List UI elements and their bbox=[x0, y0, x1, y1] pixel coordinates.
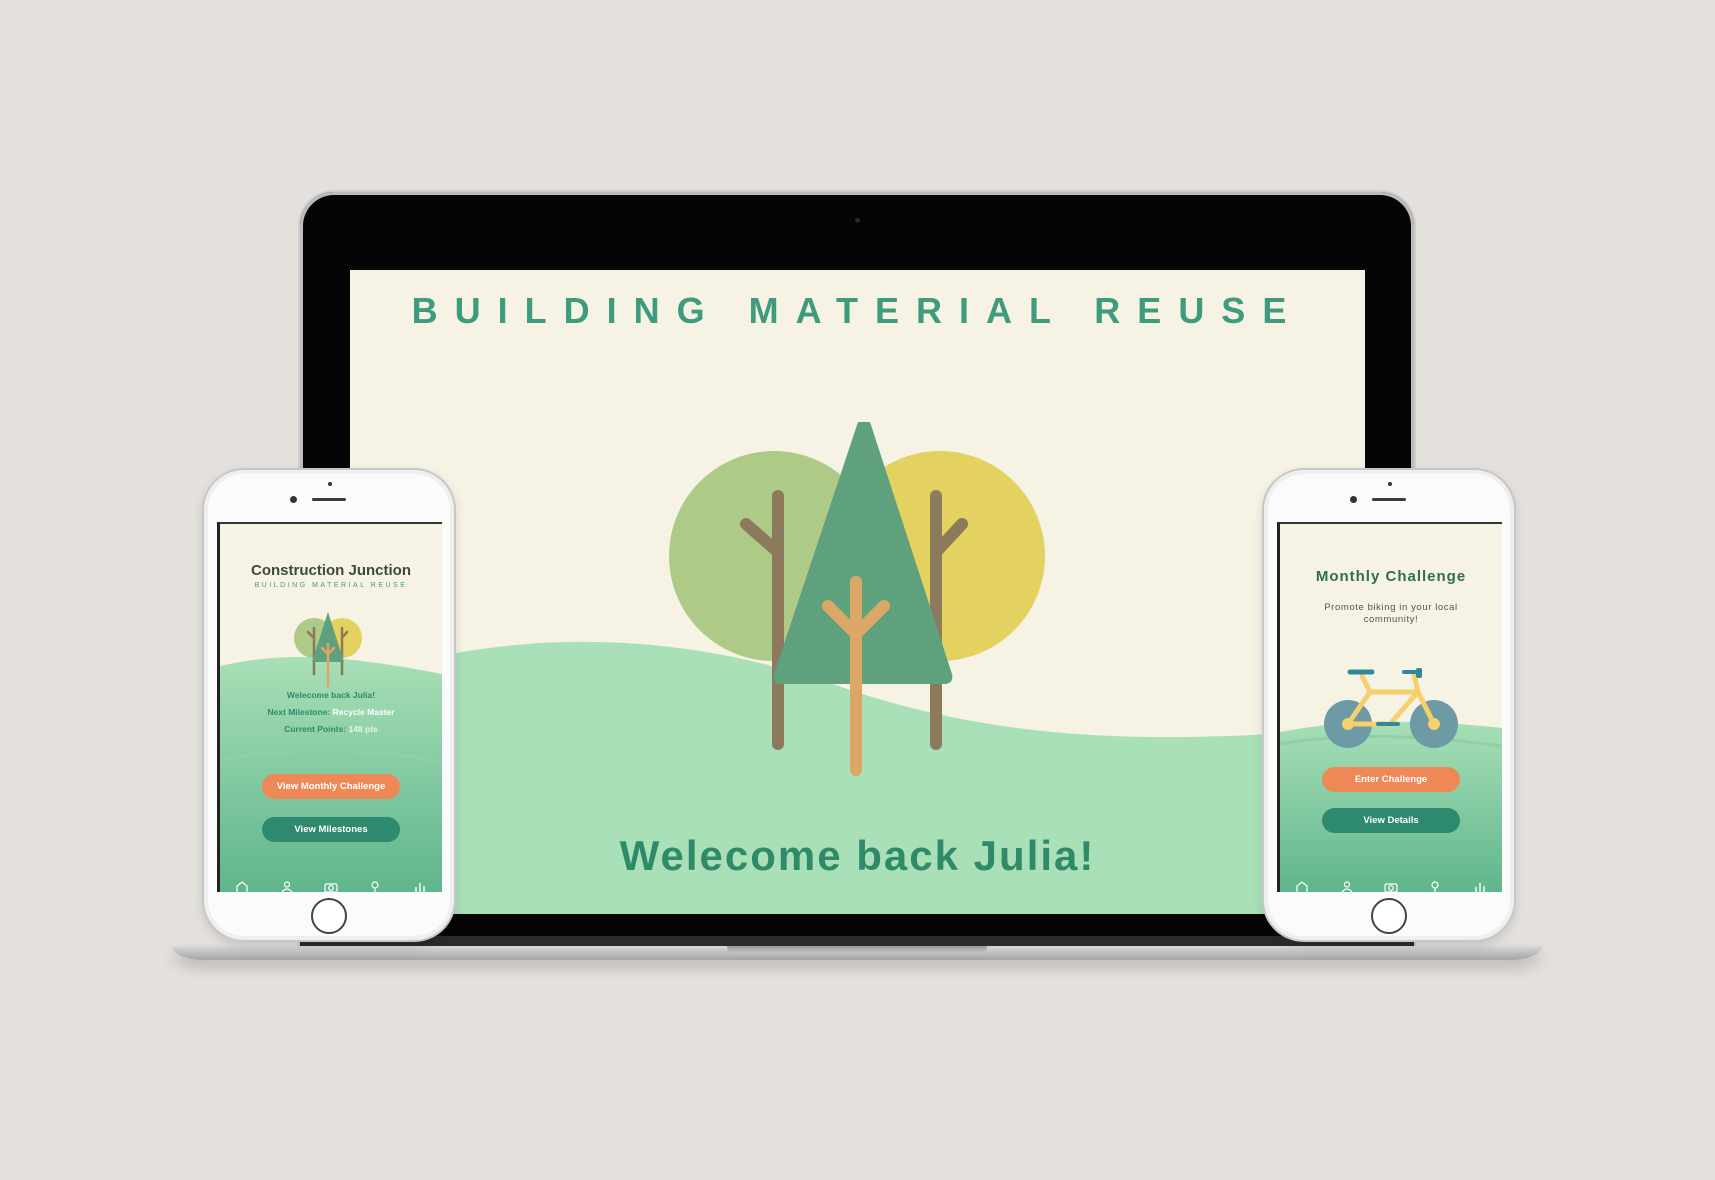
welcome-text: Welecome back Julia! bbox=[286, 690, 376, 700]
tab-bar bbox=[220, 878, 442, 892]
milestone-value: Recycle Master bbox=[332, 707, 395, 717]
home-icon[interactable] bbox=[235, 880, 249, 892]
camera-icon[interactable] bbox=[324, 880, 338, 892]
phone-speaker bbox=[1372, 498, 1406, 501]
points-row: Current Points: 148 pts bbox=[220, 724, 442, 734]
phone-front-camera bbox=[1350, 496, 1357, 503]
view-milestones-button[interactable]: View Milestones bbox=[262, 817, 400, 842]
app-name: Construction Junction bbox=[251, 562, 411, 579]
points-label: Current Points: bbox=[284, 724, 347, 734]
laptop-notch bbox=[727, 946, 987, 954]
stats-icon[interactable] bbox=[413, 880, 427, 892]
points-value: 148 pts bbox=[348, 724, 378, 734]
phone-speaker bbox=[312, 498, 346, 501]
enter-challenge-button[interactable]: Enter Challenge bbox=[1322, 767, 1460, 792]
phone-left: Construction Junction BUILDING MATERIAL … bbox=[202, 468, 456, 942]
location-icon[interactable] bbox=[1428, 880, 1442, 892]
laptop-welcome-text: Welecome back Julia! bbox=[619, 832, 1096, 879]
laptop-illustration bbox=[350, 422, 1365, 914]
phone-home-button[interactable] bbox=[1371, 898, 1407, 934]
location-icon[interactable] bbox=[368, 880, 382, 892]
home-icon[interactable] bbox=[1295, 880, 1309, 892]
tab-bar bbox=[1280, 878, 1502, 892]
profile-icon[interactable] bbox=[1340, 880, 1354, 892]
phone-left-screen: Construction Junction BUILDING MATERIAL … bbox=[217, 522, 442, 892]
view-details-button[interactable]: View Details bbox=[1322, 808, 1460, 833]
app-subtitle: BUILDING MATERIAL REUSE bbox=[254, 582, 408, 589]
phone-home-button[interactable] bbox=[311, 898, 347, 934]
phone-sensor bbox=[328, 482, 332, 486]
milestone-label: Next Milestone: bbox=[267, 707, 331, 717]
challenge-title: Monthly Challenge bbox=[1315, 568, 1467, 585]
challenge-description: Promote biking in your local community! bbox=[1324, 602, 1458, 625]
camera-icon[interactable] bbox=[1384, 880, 1398, 892]
laptop-screen: BUILDING MATERIAL REUSE Welecome back Ju… bbox=[350, 270, 1365, 914]
stats-icon[interactable] bbox=[1473, 880, 1487, 892]
phone-right-screen: Monthly Challenge Promote biking in your… bbox=[1277, 522, 1502, 892]
milestone-row: Next Milestone: Recycle Master bbox=[220, 707, 442, 717]
phone-right: Monthly Challenge Promote biking in your… bbox=[1262, 468, 1516, 942]
bike-grip bbox=[1416, 668, 1422, 678]
hill-shape bbox=[1280, 721, 1502, 892]
view-monthly-challenge-button[interactable]: View Monthly Challenge bbox=[262, 774, 400, 799]
phone-front-camera bbox=[290, 496, 297, 503]
phone-sensor bbox=[1388, 482, 1392, 486]
profile-icon[interactable] bbox=[280, 880, 294, 892]
laptop-camera bbox=[855, 218, 860, 223]
